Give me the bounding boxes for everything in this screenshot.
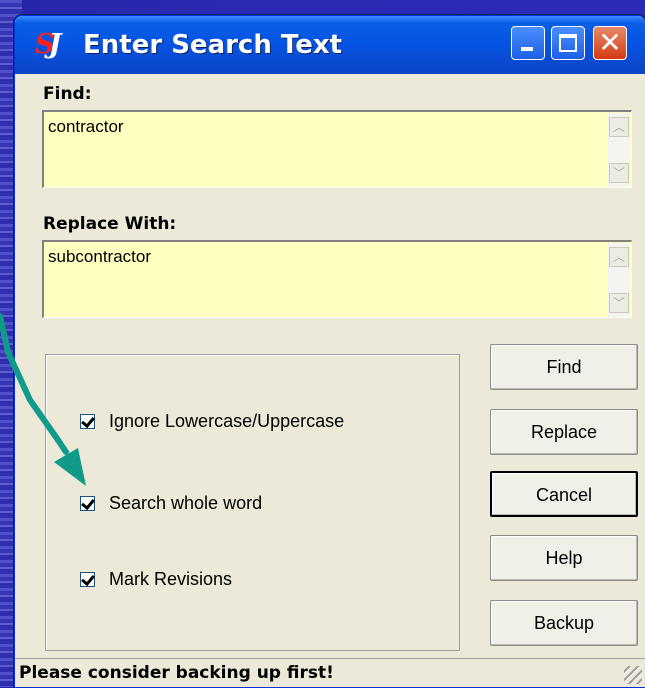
annotation-arrow-icon <box>0 313 86 486</box>
